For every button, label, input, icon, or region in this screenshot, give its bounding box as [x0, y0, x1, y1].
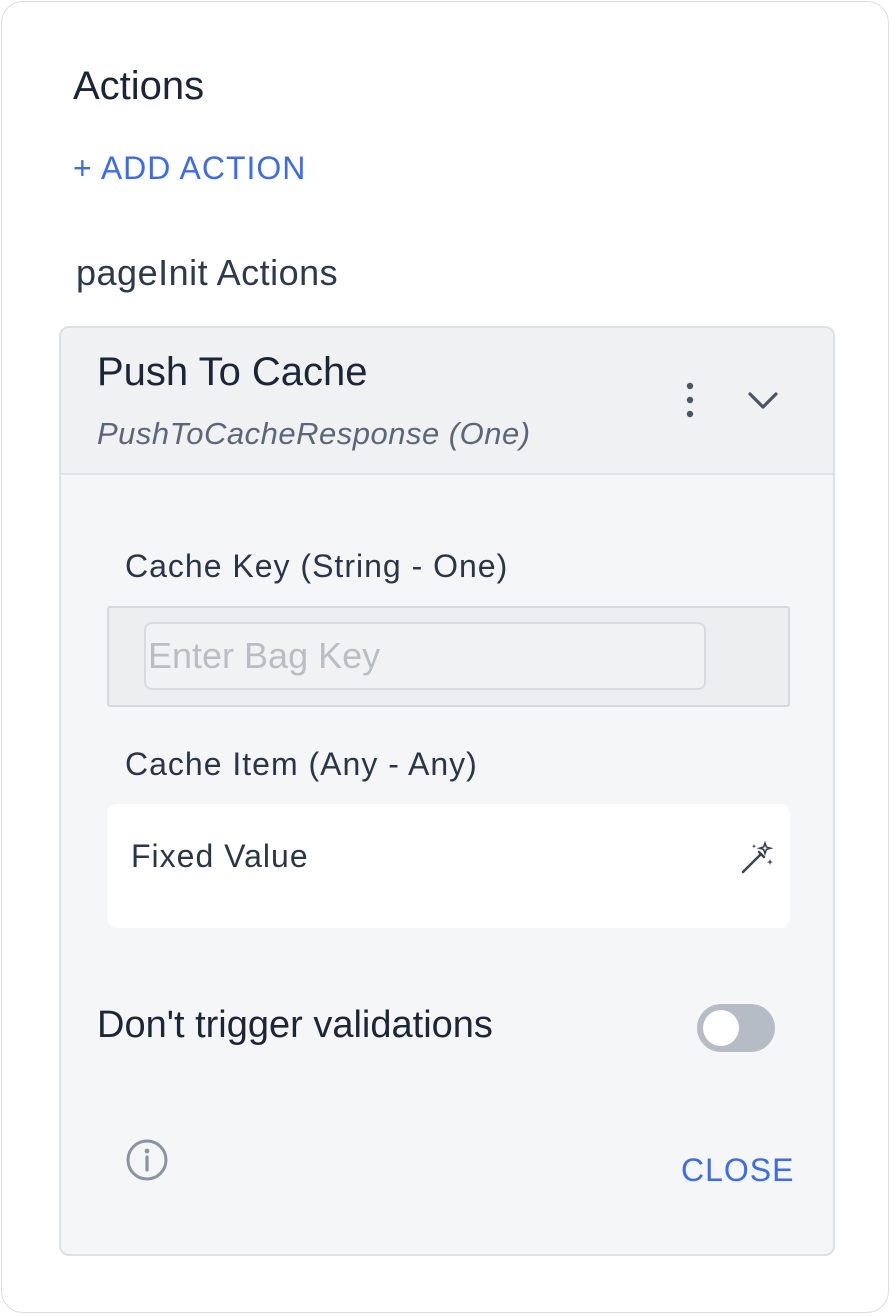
- action-card: Push To Cache PushToCacheResponse (One) …: [59, 326, 835, 1256]
- panel-title: Actions: [73, 64, 205, 108]
- kebab-vertical-icon[interactable]: [679, 380, 701, 420]
- info-icon[interactable]: [125, 1138, 169, 1182]
- cache-key-container: [107, 606, 790, 707]
- action-card-header[interactable]: Push To Cache PushToCacheResponse (One): [61, 328, 833, 475]
- add-action-button[interactable]: + ADD ACTION: [73, 150, 306, 187]
- dont-trigger-validations-toggle[interactable]: [697, 1004, 775, 1052]
- close-button[interactable]: CLOSE: [681, 1152, 794, 1189]
- dont-trigger-validations-label: Don't trigger validations: [97, 1004, 493, 1046]
- cache-key-label: Cache Key (String - One): [125, 548, 509, 584]
- cache-key-input[interactable]: [144, 622, 706, 690]
- cache-item-value: Fixed Value: [131, 838, 309, 874]
- chevron-down-icon[interactable]: [745, 386, 781, 414]
- action-subtitle: PushToCacheResponse (One): [97, 416, 531, 451]
- action-title: Push To Cache: [97, 350, 368, 394]
- cache-item-field[interactable]: Fixed Value: [107, 804, 790, 928]
- section-title: pageInit Actions: [76, 252, 339, 293]
- cache-item-label: Cache Item (Any - Any): [125, 746, 478, 782]
- magic-wand-icon[interactable]: [739, 840, 775, 876]
- toggle-knob: [703, 1010, 739, 1046]
